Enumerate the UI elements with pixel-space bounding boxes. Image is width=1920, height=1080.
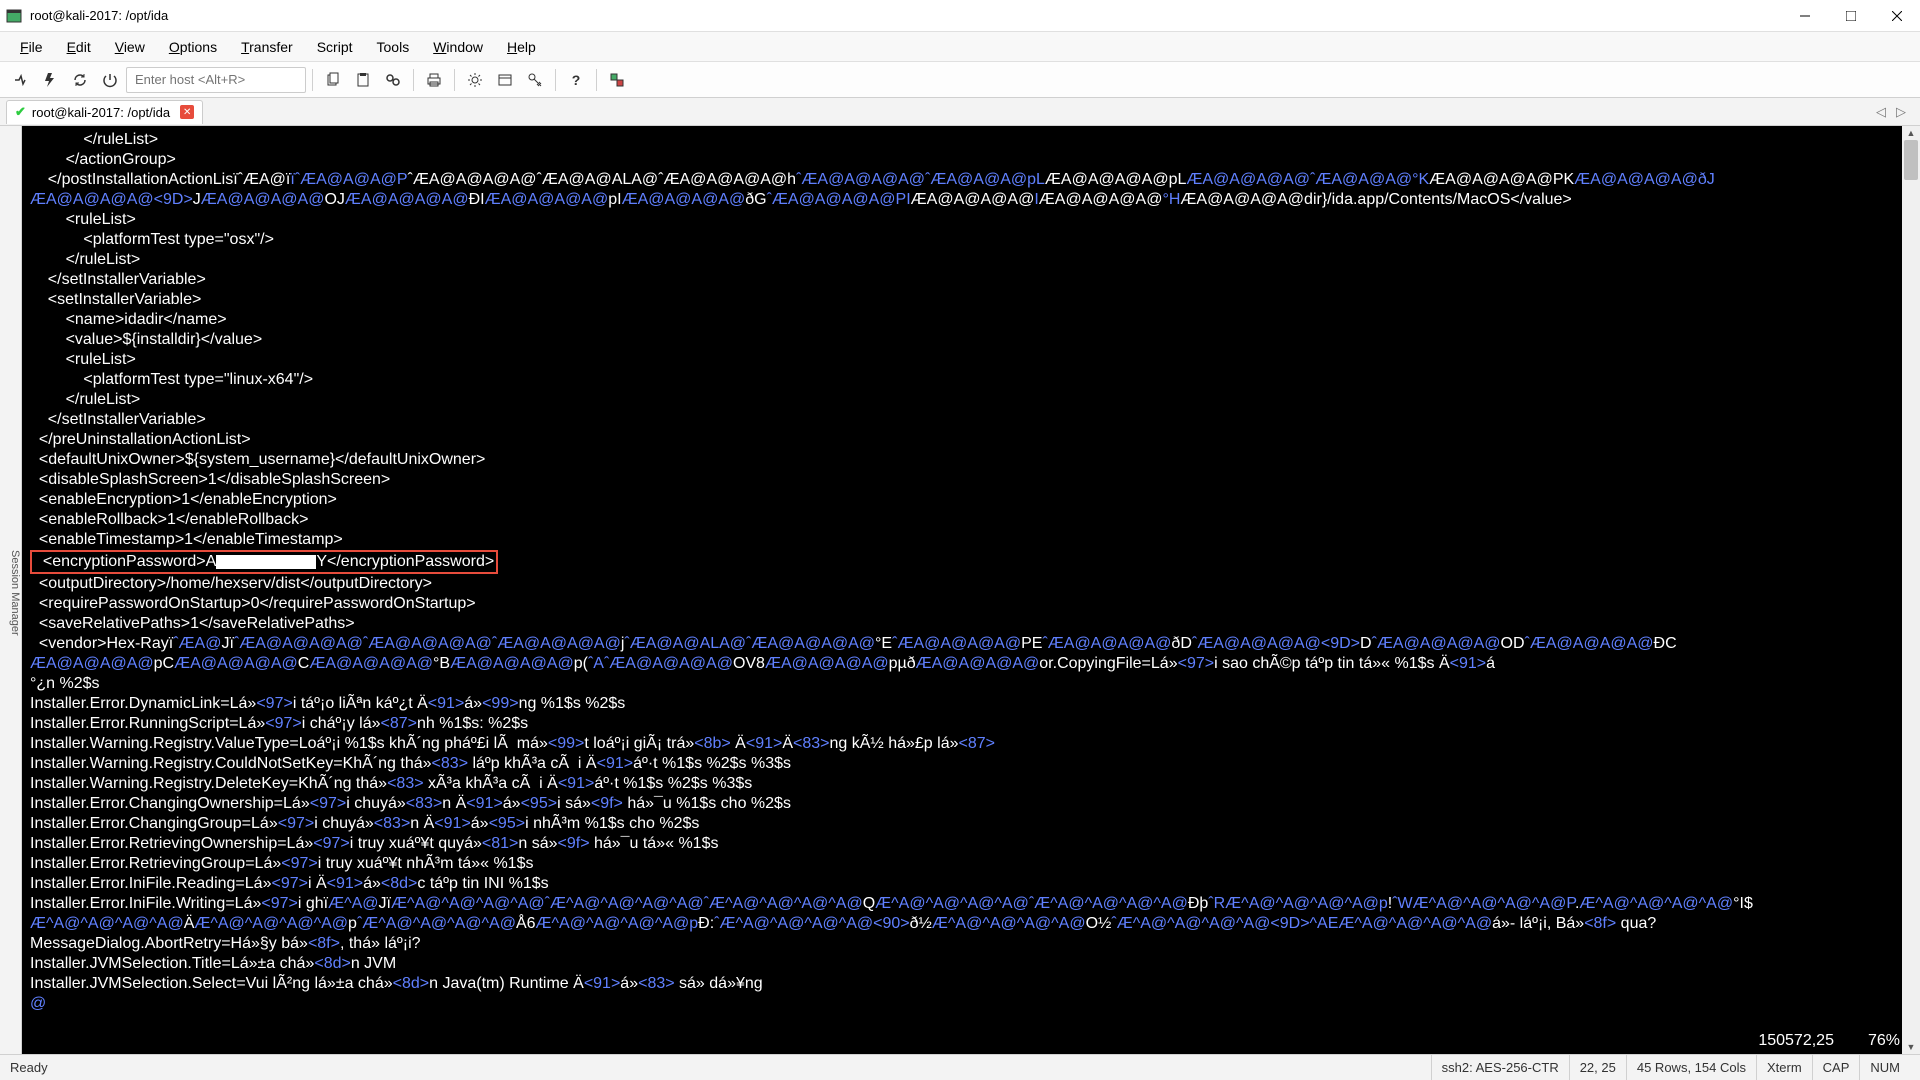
scroll-percent: 76%: [1868, 1032, 1900, 1050]
status-term: Xterm: [1756, 1055, 1812, 1080]
check-icon: ✔: [15, 104, 26, 120]
session-options-icon[interactable]: [491, 66, 519, 94]
scroll-down-icon[interactable]: ▼: [1902, 1040, 1920, 1054]
disconnect-icon[interactable]: [96, 66, 124, 94]
cursor-position: 150572,25: [1758, 1032, 1834, 1050]
toolbar: ?: [0, 62, 1920, 98]
session-manager-panel[interactable]: Session Manager: [0, 126, 22, 1054]
settings-icon[interactable]: [461, 66, 489, 94]
menu-edit[interactable]: Edit: [55, 35, 103, 59]
quick-connect-icon[interactable]: [36, 66, 64, 94]
status-cap: CAP: [1812, 1055, 1860, 1080]
key-icon[interactable]: [521, 66, 549, 94]
menu-tools[interactable]: Tools: [365, 35, 422, 59]
close-button[interactable]: [1874, 0, 1920, 31]
tab-title: root@kali-2017: /opt/ida: [32, 105, 170, 120]
maximize-button[interactable]: [1828, 0, 1874, 31]
connect-icon[interactable]: [6, 66, 34, 94]
svg-text:?: ?: [572, 72, 581, 88]
tab-prev-icon[interactable]: ◁: [1876, 104, 1892, 120]
paste-icon[interactable]: [349, 66, 377, 94]
vim-status: 150572,25 76%: [1758, 1032, 1900, 1050]
menu-view[interactable]: View: [103, 35, 157, 59]
status-protocol: ssh2: AES-256-CTR: [1431, 1055, 1569, 1080]
terminal-scrollbar[interactable]: ▲ ▼: [1902, 126, 1920, 1054]
status-ready: Ready: [10, 1060, 1431, 1075]
status-size: 45 Rows, 154 Cols: [1626, 1055, 1756, 1080]
menu-file[interactable]: File: [8, 35, 55, 59]
menu-script[interactable]: Script: [305, 35, 365, 59]
encryption-password-highlight: <encryptionPassword>AY</encryptionPasswo…: [30, 550, 498, 574]
status-num: NUM: [1859, 1055, 1910, 1080]
tab-close-button[interactable]: ✕: [180, 105, 194, 119]
copy-icon[interactable]: [319, 66, 347, 94]
scroll-thumb[interactable]: [1904, 140, 1918, 180]
menu-options[interactable]: Options: [157, 35, 229, 59]
print-icon[interactable]: [420, 66, 448, 94]
tabbar: ✔ root@kali-2017: /opt/ida ✕ ◁ ▷: [0, 98, 1920, 126]
menu-help[interactable]: Help: [495, 35, 548, 59]
statusbar: Ready ssh2: AES-256-CTR 22, 25 45 Rows, …: [0, 1054, 1920, 1080]
host-input[interactable]: [126, 67, 306, 93]
menubar: File Edit View Options Transfer Script T…: [0, 32, 1920, 62]
terminal[interactable]: </ruleList> </actionGroup> </postInstall…: [22, 126, 1920, 1054]
redacted-password: [216, 555, 316, 569]
tab-next-icon[interactable]: ▷: [1896, 104, 1912, 120]
scroll-up-icon[interactable]: ▲: [1902, 126, 1920, 140]
menu-window[interactable]: Window: [421, 35, 495, 59]
minimize-button[interactable]: [1782, 0, 1828, 31]
app-icon: [6, 8, 22, 24]
find-icon[interactable]: [379, 66, 407, 94]
session-tab[interactable]: ✔ root@kali-2017: /opt/ida ✕: [6, 100, 203, 124]
reconnect-icon[interactable]: [66, 66, 94, 94]
menu-transfer[interactable]: Transfer: [229, 35, 305, 59]
titlebar: root@kali-2017: /opt/ida: [0, 0, 1920, 32]
clone-session-icon[interactable]: [603, 66, 631, 94]
window-title: root@kali-2017: /opt/ida: [30, 8, 1782, 23]
help-icon[interactable]: ?: [562, 66, 590, 94]
status-cursor: 22, 25: [1569, 1055, 1626, 1080]
